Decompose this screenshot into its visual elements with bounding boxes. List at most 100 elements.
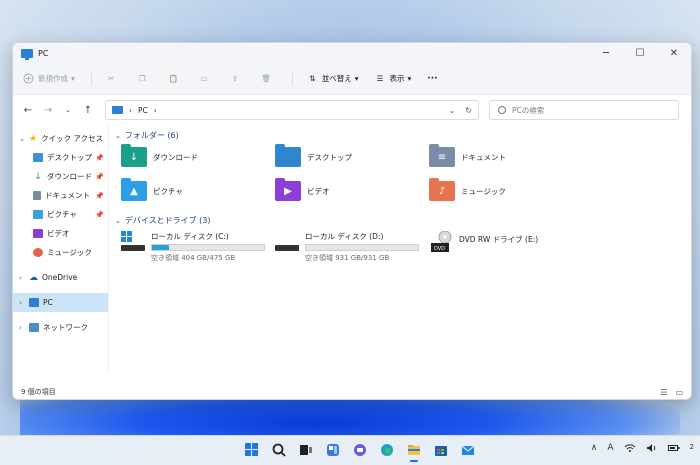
- new-button-label: 新規作成: [38, 74, 68, 83]
- breadcrumb-separator: ›: [153, 105, 157, 115]
- copy-icon: ❐: [138, 74, 146, 83]
- wifi-icon[interactable]: [624, 443, 636, 456]
- content-area: ⌄ ★ クイック アクセス デスクトップ 📌 ↓ ダウンロード 📌 ドキュメント…: [13, 125, 691, 371]
- sidebar-item-pc[interactable]: › PC: [13, 293, 108, 312]
- close-button[interactable]: ✕: [657, 43, 691, 63]
- breadcrumb-pc[interactable]: PC: [138, 106, 148, 115]
- folder-tile-videos[interactable]: ▶ ビデオ: [275, 178, 429, 204]
- drive-usage-bar: [305, 244, 419, 251]
- sidebar-item-network[interactable]: › ネットワーク: [13, 318, 108, 337]
- sort-button[interactable]: ⇅ 並べ替え ▾: [307, 73, 359, 84]
- download-folder-icon: ↓: [121, 144, 147, 167]
- file-explorer-icon[interactable]: [406, 442, 422, 462]
- paste-button[interactable]: 📋: [168, 73, 183, 84]
- recent-chevron-icon[interactable]: ⌄: [61, 106, 75, 114]
- sidebar-item-label: ビデオ: [47, 229, 70, 238]
- drives-grid: ローカル ディスク (C:) 空き領域 404 GB/475 GB ローカル デ…: [115, 230, 685, 265]
- chevron-down-icon[interactable]: ⌄: [115, 217, 121, 225]
- svg-text:DVD: DVD: [434, 246, 445, 252]
- rename-button[interactable]: ▭: [199, 73, 214, 84]
- address-bar[interactable]: › PC › ⌄ ↻: [105, 100, 479, 120]
- clock-fragment[interactable]: 2: [690, 443, 694, 456]
- sidebar-item-label: ミュージック: [47, 248, 92, 257]
- chevron-down-icon: ▾: [71, 74, 75, 83]
- up-arrow-icon[interactable]: ↑: [81, 105, 95, 116]
- mail-icon[interactable]: [460, 442, 476, 458]
- folder-tile-downloads[interactable]: ↓ ダウンロード: [121, 144, 275, 170]
- sidebar-item-pictures[interactable]: ピクチャ 📌: [13, 205, 108, 224]
- forward-arrow-icon[interactable]: →: [41, 105, 55, 116]
- drive-tile-c[interactable]: ローカル ディスク (C:) 空き領域 404 GB/475 GB: [121, 231, 275, 265]
- window-controls: ─ ☐ ✕: [589, 43, 691, 63]
- details-view-icon[interactable]: ☰: [660, 388, 667, 397]
- pc-icon: [29, 298, 39, 307]
- view-button-label: 表示: [389, 74, 405, 83]
- minimize-button[interactable]: ─: [589, 43, 623, 63]
- drive-tile-e[interactable]: DVD DVD RW ドライブ (E:): [429, 230, 583, 265]
- sidebar-item-quick-access[interactable]: ⌄ ★ クイック アクセス: [13, 129, 108, 148]
- share-button[interactable]: ⇪: [230, 73, 245, 84]
- folder-tile-pictures[interactable]: ▲ ピクチャ: [121, 178, 275, 204]
- ime-indicator[interactable]: A: [607, 443, 613, 456]
- folder-tile-documents[interactable]: ≡ ドキュメント: [429, 144, 583, 170]
- cloud-icon: ☁: [29, 272, 38, 283]
- sidebar-item-desktop[interactable]: デスクトップ 📌: [13, 148, 108, 167]
- search-icon[interactable]: [271, 442, 287, 458]
- folders-group-header[interactable]: ⌄ フォルダー (6): [115, 127, 685, 144]
- tiles-view-icon[interactable]: ▭: [675, 388, 683, 397]
- command-bar: 新規作成 ▾ ✂ ❐ 📋 ▭ ⇪ 🗑 ⇅ 並べ替え ▾ ☰ 表示 ▾ ···: [13, 63, 691, 95]
- widgets-icon[interactable]: [325, 442, 341, 458]
- star-icon: ★: [29, 133, 38, 144]
- store-icon[interactable]: [433, 442, 449, 458]
- chevron-down-icon[interactable]: ⌄: [449, 106, 456, 115]
- drive-usage-fill: [152, 245, 169, 250]
- sidebar-item-videos[interactable]: ビデオ: [13, 224, 108, 243]
- folder-tile-music[interactable]: ♪ ミュージック: [429, 178, 583, 204]
- folder-label: ダウンロード: [153, 152, 198, 162]
- toolbar-divider: [291, 71, 293, 86]
- chevron-down-icon[interactable]: ⌄: [19, 135, 29, 143]
- pc-icon: [21, 48, 33, 60]
- chevron-down-icon[interactable]: ⌄: [115, 132, 121, 140]
- breadcrumb-separator: ›: [129, 105, 132, 115]
- chevron-right-icon[interactable]: ›: [19, 299, 29, 307]
- chevron-right-icon[interactable]: ›: [19, 274, 29, 282]
- drive-tile-d[interactable]: ローカル ディスク (D:) 空き領域 931 GB/931 GB: [275, 231, 429, 265]
- maximize-button[interactable]: ☐: [623, 43, 657, 63]
- battery-icon[interactable]: [667, 443, 680, 456]
- folders-header-label: フォルダー (6): [124, 131, 179, 140]
- cut-button[interactable]: ✂: [106, 73, 121, 84]
- refresh-icon[interactable]: ↻: [465, 106, 472, 115]
- rename-icon: ▭: [200, 74, 208, 83]
- share-icon: ⇪: [232, 74, 239, 83]
- folder-tile-desktop[interactable]: デスクトップ: [275, 144, 429, 170]
- sidebar-item-music[interactable]: ミュージック: [13, 243, 108, 262]
- view-list-icon: ☰: [376, 74, 384, 83]
- search-input[interactable]: PCの検索: [489, 100, 679, 120]
- sidebar-item-onedrive[interactable]: › ☁ OneDrive: [13, 268, 108, 287]
- drive-name: DVD RW ドライブ (E:): [459, 235, 539, 244]
- new-button[interactable]: 新規作成 ▾: [23, 73, 75, 84]
- folder-label: デスクトップ: [307, 152, 352, 162]
- sidebar-item-documents[interactable]: ドキュメント 📌: [13, 186, 108, 205]
- folder-label: ピクチャ: [153, 186, 183, 196]
- sidebar-item-downloads[interactable]: ↓ ダウンロード 📌: [13, 167, 108, 186]
- copy-button[interactable]: ❐: [137, 73, 152, 84]
- system-tray: ∧ A 2: [591, 443, 694, 456]
- tray-chevron-icon[interactable]: ∧: [591, 443, 598, 456]
- more-options-button[interactable]: ···: [427, 74, 437, 84]
- volume-icon[interactable]: [646, 443, 658, 456]
- view-button[interactable]: ☰ 表示 ▾: [375, 73, 412, 84]
- edge-icon[interactable]: [379, 442, 395, 458]
- task-view-icon[interactable]: [298, 442, 314, 458]
- drives-group-header[interactable]: ⌄ デバイスとドライブ (3): [115, 212, 685, 229]
- chevron-right-icon[interactable]: ›: [19, 324, 29, 332]
- drives-header-label: デバイスとドライブ (3): [124, 216, 211, 225]
- back-arrow-icon[interactable]: ←: [21, 105, 35, 116]
- chat-icon[interactable]: [352, 442, 368, 458]
- sort-button-label: 並べ替え: [321, 74, 352, 83]
- chevron-down-icon: ▾: [354, 74, 359, 83]
- start-icon[interactable]: [244, 442, 260, 458]
- video-icon: [33, 229, 43, 238]
- delete-button[interactable]: 🗑: [261, 73, 276, 84]
